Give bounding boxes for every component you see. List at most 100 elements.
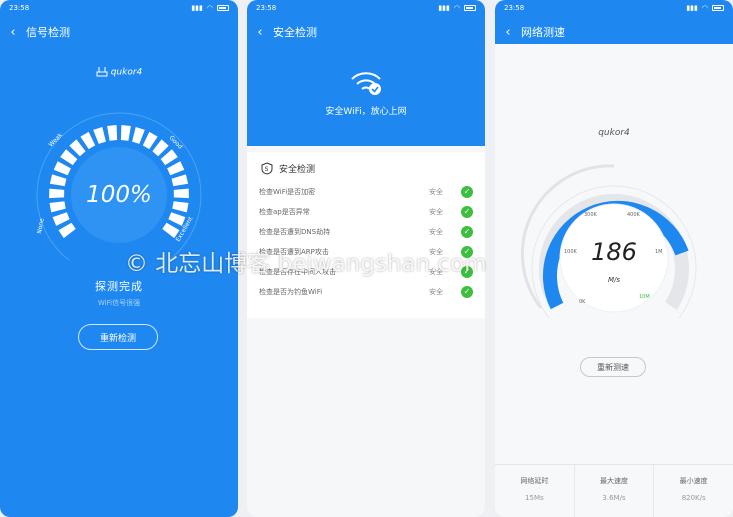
check-row: 检查是否遭到DNS劫持 安全 ✓ [259,222,473,242]
gauge-label-weak: Weak [47,131,64,148]
check-icon: ✓ [461,266,473,278]
secure-wifi-icon [247,70,485,100]
gauge-segment [80,131,96,150]
check-icon: ✓ [461,246,473,258]
check-status: 安全 [429,208,443,216]
scan-status: 探测完成 [95,280,143,293]
check-status: 安全 [429,228,443,236]
back-arrow-icon[interactable]: ‹ [0,25,26,40]
status-icons: ▮▮▮ ◠ [438,4,476,12]
check-label: 检查是否遭到ARP攻击 [259,248,329,256]
stat-label: 最小速度 [679,477,708,485]
scale-label: 400K [627,212,641,218]
router-icon [96,67,108,77]
page-title: 信号检测 [26,26,70,39]
battery-icon [712,5,724,11]
gauge-label-good: Good [168,134,184,150]
check-label: 检查是否存在中间人攻击 [259,268,336,276]
gauge-segment [167,161,185,176]
hero-text: 安全WiFi，放心上网 [325,107,407,117]
speed-test-screen: 23:58 ▮▮▮ ◠ ‹ 网络测速 qukor4 0K 100K 300K 4… [495,0,733,517]
check-row: 检查是否遭到ARP攻击 安全 ✓ [259,242,473,262]
signal-icon: ▮▮▮ [191,4,203,12]
speed-unit: M/s [607,276,621,284]
status-time: 23:58 [256,4,277,12]
gauge-segment [120,125,131,141]
check-icon: ✓ [461,206,473,218]
scale-label: 0K [579,299,586,305]
security-card: S 安全检测 检查WiFi是否加密 安全 ✓ 检查ap是否异常 安全 ✓ 检查是… [247,152,485,318]
wifi-icon: ◠ [206,4,213,12]
router-name: qukor4 [598,128,630,138]
back-arrow-icon[interactable]: ‹ [495,25,521,40]
check-row: 检查是否为钓鱼WiFi 安全 ✓ [259,282,473,302]
check-status: 安全 [429,188,443,196]
signal-percent: 100% [86,182,152,208]
battery-icon [464,5,476,11]
check-icon: ✓ [461,186,473,198]
gauge-segment [52,212,70,226]
status-bar: 23:58 ▮▮▮ ◠ [0,0,238,16]
gauge-segment [58,222,76,239]
card-title: S 安全检测 [261,162,315,175]
svg-text:S: S [265,166,269,173]
check-label: 检查WiFi是否加密 [259,188,316,196]
status-time: 23:58 [504,4,525,12]
retest-button[interactable]: 重新测速 [580,357,646,377]
gauge-segment [132,127,145,144]
wifi-icon: ◠ [453,4,460,12]
wifi-icon: ◠ [701,4,708,12]
battery-icon [217,5,229,11]
title-bar: ‹ 信号检测 [0,20,238,44]
check-status: 安全 [429,268,443,276]
stat-min-speed: 最小速度 820K/s [654,465,733,517]
check-status: 安全 [429,288,443,296]
stat-latency: 网络延时 15Ms [495,465,575,517]
title-bar: ‹ 安全检测 [247,20,485,44]
check-status: 安全 [429,248,443,256]
stat-label: 最大速度 [600,477,628,485]
page-title: 安全检测 [273,26,317,39]
gauge-segment [53,161,71,176]
gauge-segment [142,131,158,150]
signal-icon: ▮▮▮ [686,4,698,12]
stat-label: 网络延时 [520,477,549,485]
gauge-segment [160,149,178,166]
check-icon: ✓ [461,226,473,238]
router-label: qukor4 [0,67,238,78]
scan-subtext: WiFi信号很强 [97,299,141,307]
check-label: 检查是否为钓鱼WiFi [259,288,323,296]
title-bar: ‹ 网络测速 [495,20,733,44]
stat-value: 820K/s [681,494,706,502]
gauge-segment [69,139,86,157]
status-icons: ▮▮▮ ◠ [191,4,229,12]
check-row: 检查是否存在中间人攻击 安全 ✓ [259,262,473,282]
security-check-screen: 23:58 ▮▮▮ ◠ ‹ 安全检测 安全WiFi，放心上网 S 安全检测 检查 [247,0,485,517]
stat-value: 15Ms [525,494,544,502]
status-bar: 23:58 ▮▮▮ ◠ [495,0,733,16]
status-icons: ▮▮▮ ◠ [686,4,724,12]
check-row: 检查WiFi是否加密 安全 ✓ [259,182,473,202]
speed-value: 186 [591,238,637,266]
status-bar: 23:58 ▮▮▮ ◠ [247,0,485,16]
page-title: 网络测速 [521,26,565,39]
gauge-segment [93,127,106,144]
card-title-text: 安全检测 [279,165,316,175]
gauge-segment [152,139,169,157]
scale-label: 10M [639,294,650,300]
check-label: 检查ap是否异常 [259,208,310,216]
back-arrow-icon[interactable]: ‹ [247,25,273,40]
stats-bar: 网络延时 15Ms 最大速度 3.6M/s 最小速度 820K/s [495,464,733,517]
signal-icon: ▮▮▮ [438,4,450,12]
recheck-button[interactable]: 重新检测 [78,324,158,350]
status-time: 23:58 [9,4,30,12]
stat-value: 3.6M/s [602,494,626,502]
gauge-label-none: None [36,217,46,234]
router-name: qukor4 [110,67,143,78]
check-icon: ✓ [461,286,473,298]
check-label: 检查是否遭到DNS劫持 [259,228,331,236]
scale-label: 300K [584,212,598,218]
signal-check-screen: 23:58 ▮▮▮ ◠ ‹ 信号检测 qukor4 Weak Good None… [0,0,238,517]
check-row: 检查ap是否异常 安全 ✓ [259,202,473,222]
stat-max-speed: 最大速度 3.6M/s [575,465,655,517]
